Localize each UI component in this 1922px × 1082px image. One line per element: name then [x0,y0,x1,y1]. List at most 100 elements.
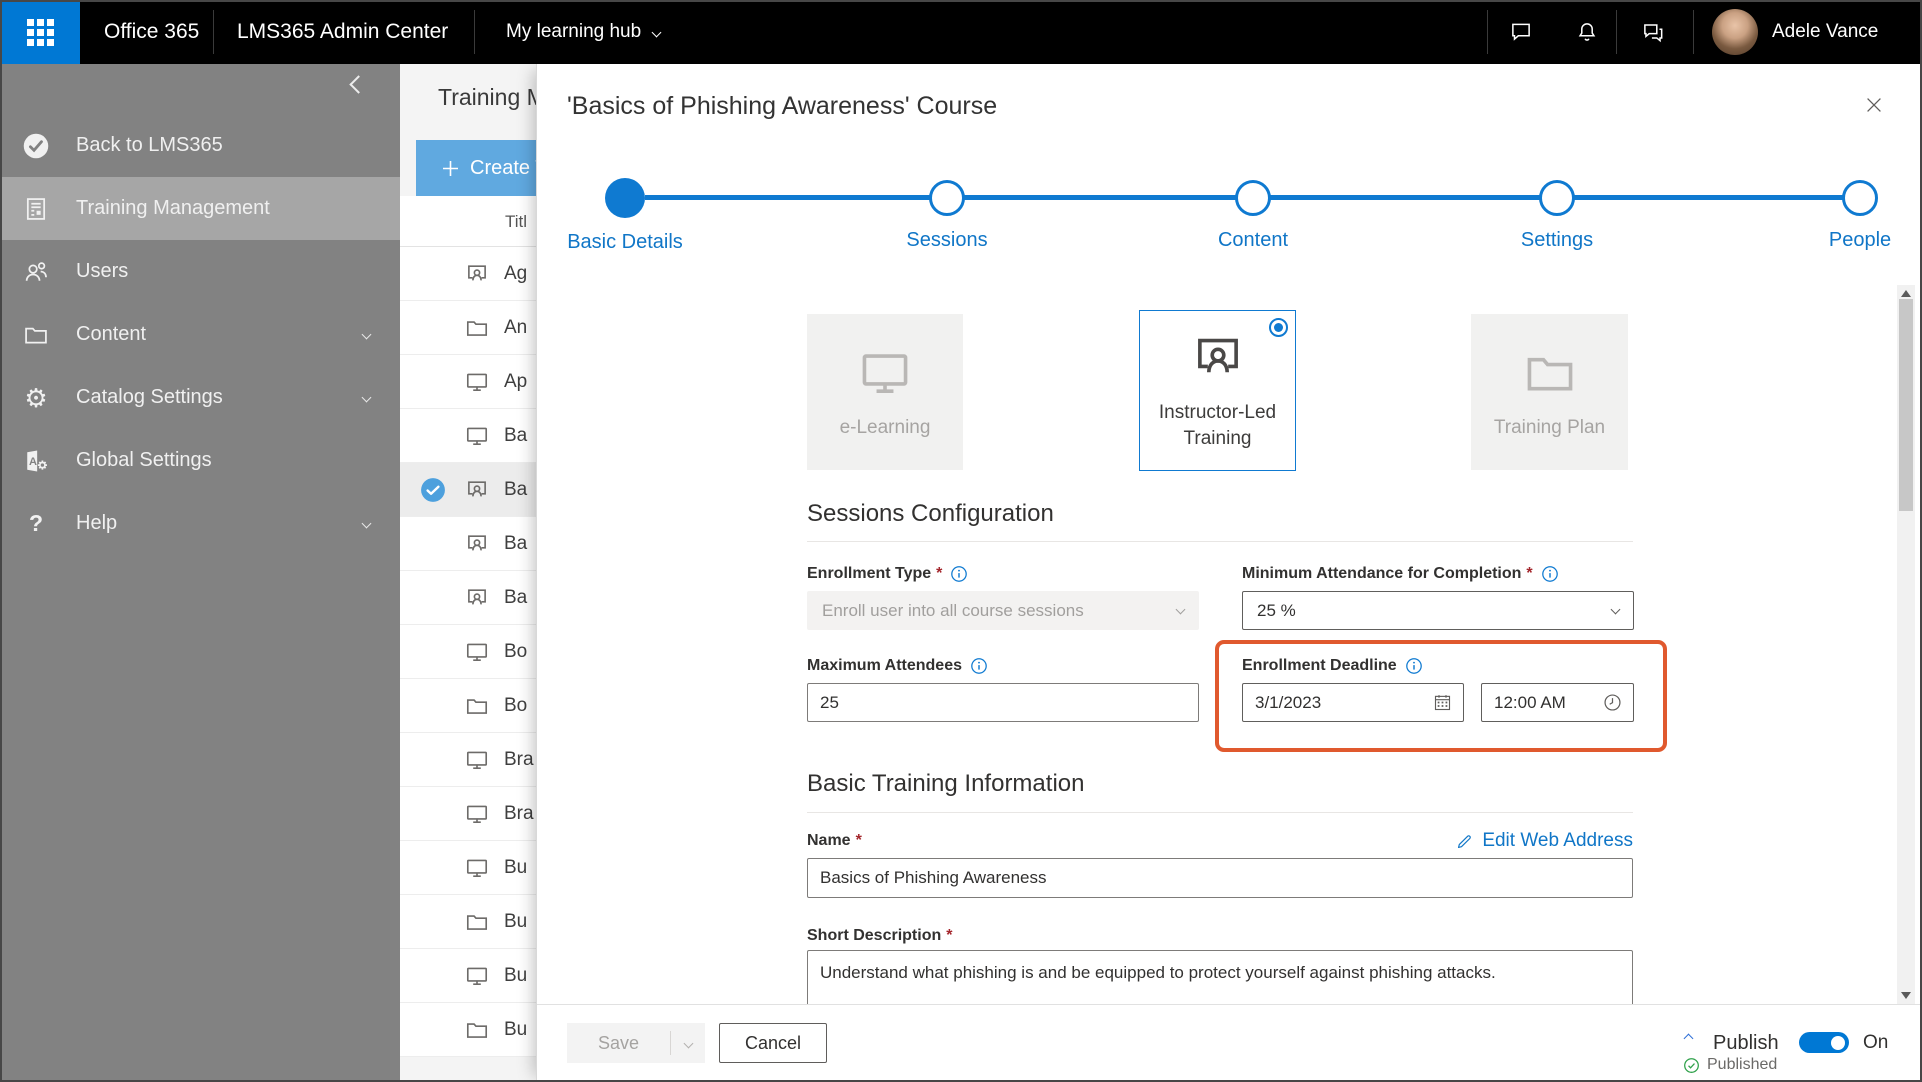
scroll-up-arrow-icon[interactable] [1901,290,1911,297]
monitor-icon [464,639,490,665]
monitor-icon [464,801,490,827]
modal-footer: Save Cancel Publish On Published [537,1004,1922,1082]
wizard-step[interactable]: Basic Details [540,178,710,254]
toggle-state-label: On [1863,1023,1888,1063]
required-marker: * [946,927,952,945]
min-attendance-select[interactable]: 25 % [1242,591,1634,630]
monitor-icon [464,369,490,395]
sidebar-item[interactable]: ⚙ Catalog Settings [0,366,400,429]
course-type-card-instructor-led[interactable]: Instructor-Led Training [1139,310,1296,471]
enrollment-type-label: Enrollment Type [807,565,931,583]
sidebar-item[interactable]: Back to LMS365 [0,114,400,177]
notifications-bell-icon[interactable] [1574,19,1600,45]
scroll-down-arrow-icon[interactable] [1901,992,1911,999]
app-title[interactable]: LMS365 Admin Center [237,0,448,64]
step-label: Basic Details [540,231,710,254]
step-label: Sessions [862,229,1032,252]
app-launcher-button[interactable] [0,0,80,64]
save-dropdown-button[interactable] [671,1040,705,1047]
instructor-icon [464,585,490,611]
row-title: Ba [504,587,527,609]
modal-scrollbar[interactable] [1897,285,1915,1004]
sidebar-item[interactable]: Users [0,240,400,303]
user-avatar[interactable] [1712,9,1758,55]
sidebar-item-label: Help [76,512,117,535]
folder-icon [464,1017,490,1043]
publish-status: Published [1683,1056,1777,1074]
step-label: Content [1168,229,1338,252]
row-title: Bu [504,965,527,987]
chevron-down-icon [362,519,372,529]
row-title: Bo [504,641,527,663]
monitor-icon [464,747,490,773]
chevron-left-icon [349,75,367,93]
folder-icon [464,315,490,341]
suite-top-bar: Office 365 LMS365 Admin Center My learni… [0,0,1922,64]
sidebar-item[interactable]: A Global Settings [0,429,400,492]
info-icon[interactable] [950,565,968,583]
sidebar-collapse-button[interactable] [352,78,372,98]
enrollment-deadline-label: Enrollment Deadline [1242,657,1397,675]
course-edit-modal: 'Basics of Phishing Awareness' Course Ba… [536,64,1922,1082]
row-title: Bra [504,749,534,771]
doc-icon [22,195,50,223]
wizard-step[interactable]: Settings [1472,178,1642,252]
gear-icon: ⚙ [22,384,50,412]
back-icon [22,132,50,160]
selected-check-icon [420,477,446,503]
row-title: Bo [504,695,527,717]
wizard-step[interactable]: Content [1168,178,1338,252]
svg-text:A: A [29,456,37,468]
edit-web-address-link[interactable]: Edit Web Address [1455,830,1633,852]
collapse-publish-icon[interactable] [1684,1034,1694,1044]
sidebar-item-label: Users [76,260,128,283]
publish-toggle[interactable] [1799,1032,1849,1053]
course-type-label: e-Learning [828,415,943,441]
sidebar-item[interactable]: Content [0,303,400,366]
max-attendees-input[interactable] [807,683,1199,722]
toggle-knob [1831,1036,1845,1050]
min-attendance-label: Minimum Attendance for Completion [1242,565,1521,583]
users-icon [22,258,50,286]
course-type-label: Instructor-Led Training [1140,400,1295,451]
name-input[interactable] [807,858,1633,898]
max-attendees-label: Maximum Attendees [807,657,962,675]
chat-icon[interactable] [1508,19,1534,45]
wizard-step[interactable]: Sessions [862,178,1032,252]
instructor-icon [464,261,490,287]
instructor-icon [1189,329,1247,387]
deadline-date-input[interactable]: 3/1/2023 [1242,683,1464,722]
user-name[interactable]: Adele Vance [1772,0,1878,64]
field-enrollment-type: Enrollment Type * Enroll user into all c… [807,564,1199,630]
feedback-icon[interactable] [1640,19,1666,45]
deadline-time-input[interactable]: 12:00 AM [1481,683,1634,722]
admin-sidebar: Back to LMS365 Training Management Users… [0,64,400,1082]
info-icon[interactable] [1541,565,1559,583]
info-icon[interactable] [1405,657,1423,675]
chevron-down-icon [362,330,372,340]
chevron-down-icon [362,393,372,403]
row-title: An [504,317,527,339]
wizard-step[interactable]: People [1775,178,1922,252]
sidebar-item[interactable]: ? Help [0,492,400,555]
calendar-icon[interactable] [1432,692,1453,713]
field-min-attendance: Minimum Attendance for Completion * 25 % [1242,564,1634,630]
course-type-card-elearning[interactable]: e-Learning [807,314,963,470]
sidebar-item[interactable]: Training Management [0,177,400,240]
info-icon[interactable] [970,657,988,675]
course-type-card-training-plan[interactable]: Training Plan [1471,314,1628,470]
row-title: Bu [504,911,527,933]
folder-icon [464,693,490,719]
save-button[interactable]: Save [567,1023,705,1063]
clock-icon[interactable] [1602,692,1623,713]
plus-icon [442,160,459,177]
brand-office365[interactable]: Office 365 [104,0,199,64]
min-attendance-value: 25 % [1257,601,1296,621]
hub-menu-button[interactable]: My learning hub [506,0,660,64]
step-label: People [1775,229,1922,252]
cancel-button[interactable]: Cancel [719,1023,827,1063]
chevron-down-icon [652,27,662,37]
scrollbar-thumb[interactable] [1899,299,1913,511]
section-divider [807,812,1633,813]
chevron-down-icon [683,1038,693,1048]
